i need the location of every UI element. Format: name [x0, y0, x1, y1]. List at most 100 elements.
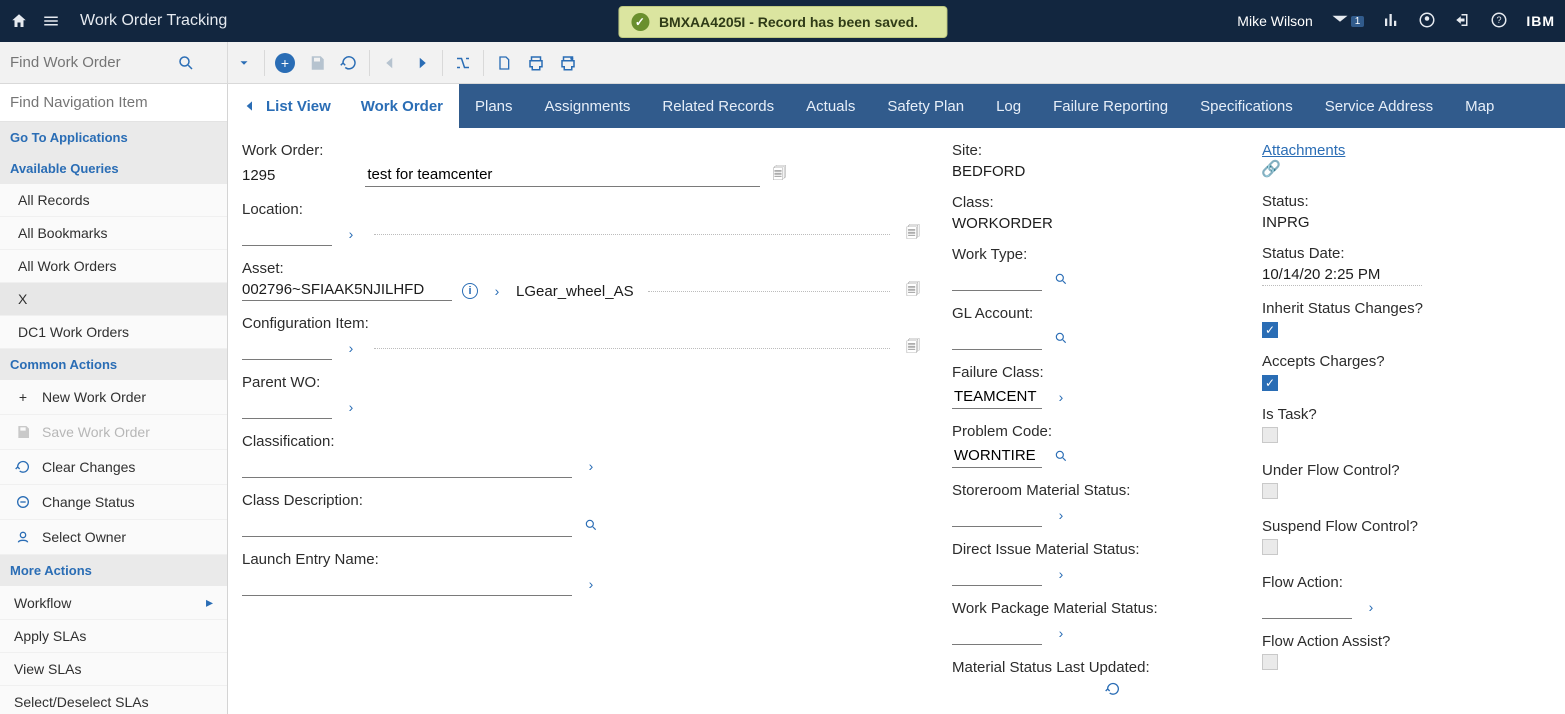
work-order-number: 1295: [242, 167, 275, 184]
print-attachments-icon[interactable]: [552, 47, 584, 79]
direct-detail-icon[interactable]: ›: [1052, 565, 1070, 583]
next-record-icon[interactable]: [406, 47, 438, 79]
launch-input[interactable]: [242, 572, 572, 596]
help-icon[interactable]: ?: [1490, 11, 1508, 32]
find-navigation-input[interactable]: [0, 84, 227, 122]
tab-work-order[interactable]: Work Order: [345, 84, 459, 128]
signout-icon[interactable]: [1454, 11, 1472, 32]
tab-service-address[interactable]: Service Address: [1309, 84, 1449, 128]
classdesc-search-icon[interactable]: [582, 516, 600, 534]
direct-input[interactable]: [952, 562, 1042, 586]
classification-input[interactable]: [242, 454, 572, 478]
tab-related-records[interactable]: Related Records: [646, 84, 790, 128]
config-long-desc-icon[interactable]: 🗐: [904, 339, 922, 357]
flowassist-checkbox: [1262, 654, 1278, 670]
tab-plans[interactable]: Plans: [459, 84, 529, 128]
location-long-desc-icon[interactable]: 🗐: [904, 225, 922, 243]
action-workflow[interactable]: Workflow▸: [0, 586, 227, 620]
flowaction-label: Flow Action:: [1262, 574, 1539, 591]
tab-failure-reporting[interactable]: Failure Reporting: [1037, 84, 1184, 128]
location-input[interactable]: [242, 222, 332, 246]
route-icon[interactable]: [447, 47, 479, 79]
location-detail-icon[interactable]: ›: [342, 225, 360, 243]
failure-input[interactable]: [952, 385, 1042, 409]
action-apply-slas[interactable]: Apply SLAs: [0, 620, 227, 653]
list-view-back[interactable]: List View: [228, 84, 345, 128]
accepts-checkbox[interactable]: ✓: [1262, 375, 1278, 391]
plus-circle-icon: +: [14, 388, 32, 406]
worktype-search-icon[interactable]: [1052, 270, 1070, 288]
flowaction-input[interactable]: [1262, 595, 1352, 619]
query-all-bookmarks[interactable]: All Bookmarks: [0, 217, 227, 250]
problem-search-icon[interactable]: [1052, 447, 1070, 465]
user-name[interactable]: Mike Wilson: [1237, 13, 1312, 29]
package-detail-icon[interactable]: ›: [1052, 624, 1070, 642]
long-description-icon[interactable]: 🗐: [770, 166, 788, 184]
print-icon[interactable]: [520, 47, 552, 79]
problem-input[interactable]: [952, 444, 1042, 468]
flowaction-detail-icon[interactable]: ›: [1362, 598, 1380, 616]
gl-search-icon[interactable]: [1052, 329, 1070, 347]
action-select-owner[interactable]: Select Owner: [0, 520, 227, 555]
config-detail-icon[interactable]: ›: [342, 339, 360, 357]
action-new-work-order[interactable]: + New Work Order: [0, 380, 227, 415]
new-record-icon[interactable]: +: [269, 47, 301, 79]
search-icon[interactable]: [170, 47, 202, 79]
launch-detail-icon[interactable]: ›: [582, 575, 600, 593]
status-value: INPRG: [1262, 214, 1539, 231]
find-work-order-input[interactable]: [0, 54, 170, 71]
document-icon[interactable]: [488, 47, 520, 79]
undo-icon: [14, 458, 32, 476]
menu-icon[interactable]: [42, 12, 60, 30]
svg-text:?: ?: [1497, 15, 1502, 25]
worktype-input[interactable]: [952, 267, 1042, 291]
inherit-checkbox[interactable]: ✓: [1262, 322, 1278, 338]
attachments-link[interactable]: Attachments: [1262, 142, 1345, 159]
action-select-deselect-slas[interactable]: Select/Deselect SLAs: [0, 686, 227, 714]
tab-specifications[interactable]: Specifications: [1184, 84, 1309, 128]
tab-map[interactable]: Map: [1449, 84, 1510, 128]
save-record-icon[interactable]: [301, 47, 333, 79]
home-icon[interactable]: [10, 12, 28, 30]
query-dc1[interactable]: DC1 Work Orders: [0, 316, 227, 349]
clear-changes-icon[interactable]: [333, 47, 365, 79]
queries-section-head: Available Queries: [0, 153, 227, 184]
query-all-work-orders[interactable]: All Work Orders: [0, 250, 227, 283]
quick-search-dropdown[interactable]: [228, 47, 260, 79]
reports-icon[interactable]: [1382, 11, 1400, 32]
asset-name: LGear_wheel_AS: [516, 283, 634, 300]
package-input[interactable]: [952, 621, 1042, 645]
asset-code[interactable]: 002796~SFIAAK5NJILHFD: [242, 281, 452, 301]
parent-detail-icon[interactable]: ›: [342, 398, 360, 416]
refresh-icon[interactable]: [1104, 680, 1122, 698]
tab-assignments[interactable]: Assignments: [529, 84, 647, 128]
info-icon[interactable]: i: [462, 283, 478, 299]
tab-log[interactable]: Log: [980, 84, 1037, 128]
bulletin-icon[interactable]: 1: [1331, 14, 1365, 28]
classdesc-input[interactable]: [242, 513, 572, 537]
tab-actuals[interactable]: Actuals: [790, 84, 871, 128]
storeroom-input[interactable]: [952, 503, 1042, 527]
tab-safety-plan[interactable]: Safety Plan: [871, 84, 980, 128]
profile-icon[interactable]: [1418, 11, 1436, 32]
parent-wo-input[interactable]: [242, 395, 332, 419]
query-x[interactable]: X: [0, 283, 227, 316]
asset-detail-icon[interactable]: ›: [488, 282, 506, 300]
asset-long-desc-icon[interactable]: 🗐: [904, 282, 922, 300]
launch-label: Launch Entry Name:: [242, 551, 922, 568]
previous-record-icon[interactable]: [374, 47, 406, 79]
attachment-icon[interactable]: 🔗: [1262, 160, 1280, 178]
action-change-status[interactable]: Change Status: [0, 485, 227, 520]
storeroom-detail-icon[interactable]: ›: [1052, 506, 1070, 524]
action-clear-changes[interactable]: Clear Changes: [0, 450, 227, 485]
action-view-slas[interactable]: View SLAs: [0, 653, 227, 686]
query-all-records[interactable]: All Records: [0, 184, 227, 217]
failure-detail-icon[interactable]: ›: [1052, 388, 1070, 406]
work-order-desc-input[interactable]: [365, 163, 760, 187]
parent-wo-label: Parent WO:: [242, 374, 922, 391]
statusdate-label: Status Date:: [1262, 245, 1539, 262]
classification-detail-icon[interactable]: ›: [582, 457, 600, 475]
config-item-input[interactable]: [242, 336, 332, 360]
goto-section-head[interactable]: Go To Applications: [0, 122, 227, 153]
gl-input[interactable]: [952, 326, 1042, 350]
